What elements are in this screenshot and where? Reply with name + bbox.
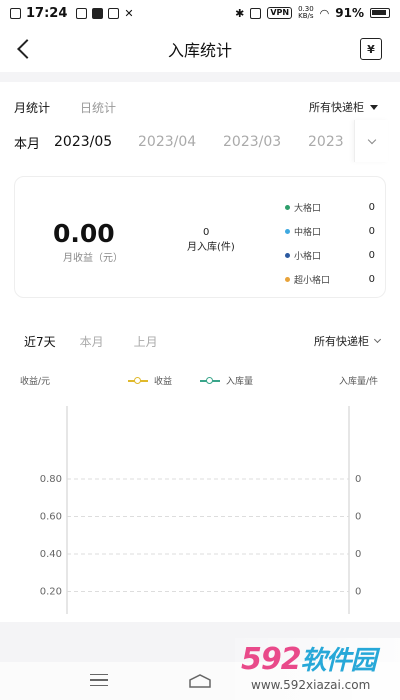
stat-mode-tabs: 月统计 日统计 所有快递柜 <box>0 96 400 118</box>
bluetooth-icon: ✱ <box>235 6 245 20</box>
slot-row: 大格口 0 <box>285 195 381 219</box>
cabinet-dropdown-label: 所有快递柜 <box>309 101 364 114</box>
chevron-down-icon <box>373 335 382 344</box>
right-tick-label: 0 <box>355 587 361 598</box>
chevron-down-icon <box>367 135 376 144</box>
income-value: 0.00 <box>53 219 115 248</box>
right-axis-title: 入库量/件 <box>338 377 378 387</box>
right-tick-label: 0 <box>355 474 361 485</box>
right-tick-label: 0 <box>355 549 361 560</box>
stats-panel: 月统计 日统计 所有快递柜 本月 2023/05 2023/04 2023/03… <box>0 82 400 688</box>
legend-label: 入库量 <box>226 377 254 387</box>
slot-label: 大格口 <box>294 203 322 214</box>
range-tabs: 近7天 本月 上月 所有快递柜 <box>0 330 400 352</box>
month-expand-button[interactable] <box>354 120 388 162</box>
slot-count: 0 <box>368 225 375 237</box>
dot-icon <box>285 252 290 258</box>
home-icon[interactable] <box>188 674 212 688</box>
tab-daily[interactable]: 日统计 <box>80 99 116 116</box>
left-axis-title: 收益/元 <box>20 377 51 387</box>
chart-legend-row: 收益/元 收益 入库量 入库量/件 <box>0 374 400 388</box>
month-item[interactable]: 2023/03 <box>223 134 308 150</box>
inbound-chart: 收益/元 收益 入库量 入库量/件 0.0000.2000.4000.6000.… <box>0 364 400 688</box>
watermark-brand: 592软件园 <box>241 642 377 677</box>
watermark-url: www.592xiazai.com <box>251 678 371 692</box>
dot-icon <box>285 228 290 234</box>
book-icon <box>108 7 120 19</box>
menu-icon[interactable] <box>90 674 108 686</box>
tab-monthly[interactable]: 月统计 <box>14 99 50 116</box>
chart-cabinet-dropdown[interactable]: 所有快递柜 <box>314 333 382 349</box>
battery-icon <box>370 8 390 18</box>
status-time: 17:24 <box>26 5 68 21</box>
month-count-value: 0 <box>203 227 210 238</box>
tab-last-7-days[interactable]: 近7天 <box>24 333 56 350</box>
slot-row: 超小格口 0 <box>285 267 381 291</box>
tab-this-month[interactable]: 本月 <box>80 333 104 350</box>
vibrate-icon <box>250 7 262 19</box>
status-bar: 17:24 ✕ ✱ VPN 0.30 KB/s ◠ 91% <box>0 0 400 26</box>
dot-icon <box>285 276 290 282</box>
left-tick-label: 0.60 <box>40 512 62 523</box>
tools-icon: ✕ <box>124 6 134 20</box>
slot-label: 超小格口 <box>294 275 331 286</box>
slot-row: 中格口 0 <box>285 219 381 243</box>
month-item[interactable]: 2023/05 <box>54 134 138 150</box>
income-label: 月收益（元） <box>63 253 123 264</box>
month-item[interactable]: 2023/04 <box>138 134 223 150</box>
slot-list: 大格口 0 中格口 0 小格口 0 超小格口 0 <box>285 195 381 291</box>
month-selector: 本月 2023/05 2023/04 2023/03 2023 <box>0 120 400 162</box>
line-chart-svg: 0.0000.2000.4000.6000.8002023-05-022023-… <box>27 406 361 688</box>
chart-cabinet-label: 所有快递柜 <box>314 335 369 348</box>
notification-icon <box>10 7 21 19</box>
cabinet-dropdown[interactable]: 所有快递柜 <box>309 99 378 115</box>
left-tick-label: 0.80 <box>40 474 62 485</box>
legend-item-income[interactable]: 收益 <box>128 374 172 387</box>
network-speed: 0.30 KB/s <box>298 5 314 20</box>
tab-last-month[interactable]: 上月 <box>134 333 158 350</box>
caret-down-icon <box>370 104 378 110</box>
summary-card: 0.00 月收益（元） 0 月入库(件) 大格口 0 中格口 0 小格口 0 超… <box>14 176 386 298</box>
wifi-icon: ◠ <box>319 6 330 20</box>
wallet-icon[interactable]: ¥ <box>360 38 382 60</box>
battery-percent: 91% <box>335 6 364 20</box>
site-watermark: 592软件园 www.592xiazai.com <box>235 638 400 700</box>
image-icon <box>76 7 88 19</box>
legend-swatch <box>200 376 220 384</box>
back-button[interactable] <box>8 33 40 65</box>
dot-icon <box>285 204 290 210</box>
month-count-label: 月入库(件) <box>187 242 235 253</box>
app-header: 入库统计 ¥ <box>0 26 400 72</box>
vpn-badge: VPN <box>267 7 293 19</box>
current-month-label: 本月 <box>14 136 41 152</box>
slot-row: 小格口 0 <box>285 243 381 267</box>
left-tick-label: 0.20 <box>40 587 62 598</box>
legend-swatch <box>128 376 148 384</box>
left-tick-label: 0.40 <box>40 549 62 560</box>
slot-label: 小格口 <box>294 251 322 262</box>
slot-count: 0 <box>368 273 375 285</box>
video-icon <box>92 7 104 19</box>
page-title: 入库统计 <box>167 41 232 60</box>
slot-label: 中格口 <box>294 227 322 238</box>
slot-count: 0 <box>368 201 375 213</box>
legend-item-inbound[interactable]: 入库量 <box>200 374 253 387</box>
right-tick-label: 0 <box>355 512 361 523</box>
slot-count: 0 <box>368 249 375 261</box>
legend-label: 收益 <box>154 377 173 387</box>
